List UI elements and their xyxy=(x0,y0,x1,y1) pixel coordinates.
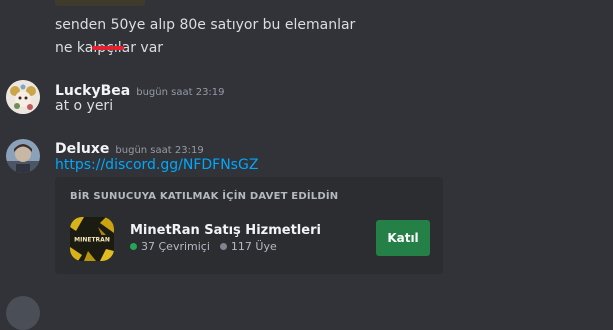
server-logo-icon: MINETRAN xyxy=(70,217,114,261)
avatar-luckybea[interactable] xyxy=(6,80,40,114)
server-name[interactable]: MinetRan Satış Hizmetleri xyxy=(130,223,321,238)
online-count: 37 Çevrimiçi xyxy=(141,240,210,253)
message-text-line-1: senden 50ye alıp 80e satıyor bu elemanla… xyxy=(55,17,356,33)
avatar-image xyxy=(6,80,40,114)
invite-link[interactable]: https://discord.gg/NFDFNsGZ xyxy=(55,157,258,173)
message-text: at o yeri xyxy=(55,98,114,114)
attachment-thumbnail-edge[interactable] xyxy=(55,0,145,6)
avatar-deluxe[interactable] xyxy=(6,139,40,173)
member-count: 117 Üye xyxy=(230,240,277,253)
invite-header: BİR SUNUCUYA KATILMAK İÇİN DAVET EDİLDİN xyxy=(70,191,339,202)
timestamp[interactable]: bugün saat 23:19 xyxy=(136,87,224,98)
timestamp[interactable]: bugün saat 23:19 xyxy=(115,145,203,156)
message-link-line: https://discord.gg/NFDFNsGZ xyxy=(55,156,258,174)
server-logo-text: MINETRAN xyxy=(74,237,110,244)
join-server-button[interactable]: Katıl xyxy=(376,220,430,256)
server-invite-embed: BİR SUNUCUYA KATILMAK İÇİN DAVET EDİLDİN… xyxy=(55,177,443,274)
message-header-deluxe: Deluxe bugün saat 23:19 xyxy=(55,138,204,157)
avatar-next-message[interactable] xyxy=(6,296,40,330)
server-stats: 37 Çevrimiçi 117 Üye xyxy=(130,240,277,253)
server-icon[interactable]: MINETRAN xyxy=(70,217,114,261)
members-dot-icon xyxy=(219,243,227,250)
online-status-dot-icon xyxy=(130,243,137,250)
username-deluxe[interactable]: Deluxe xyxy=(55,141,109,157)
redaction-scribble xyxy=(92,46,124,50)
avatar-image xyxy=(6,139,40,173)
